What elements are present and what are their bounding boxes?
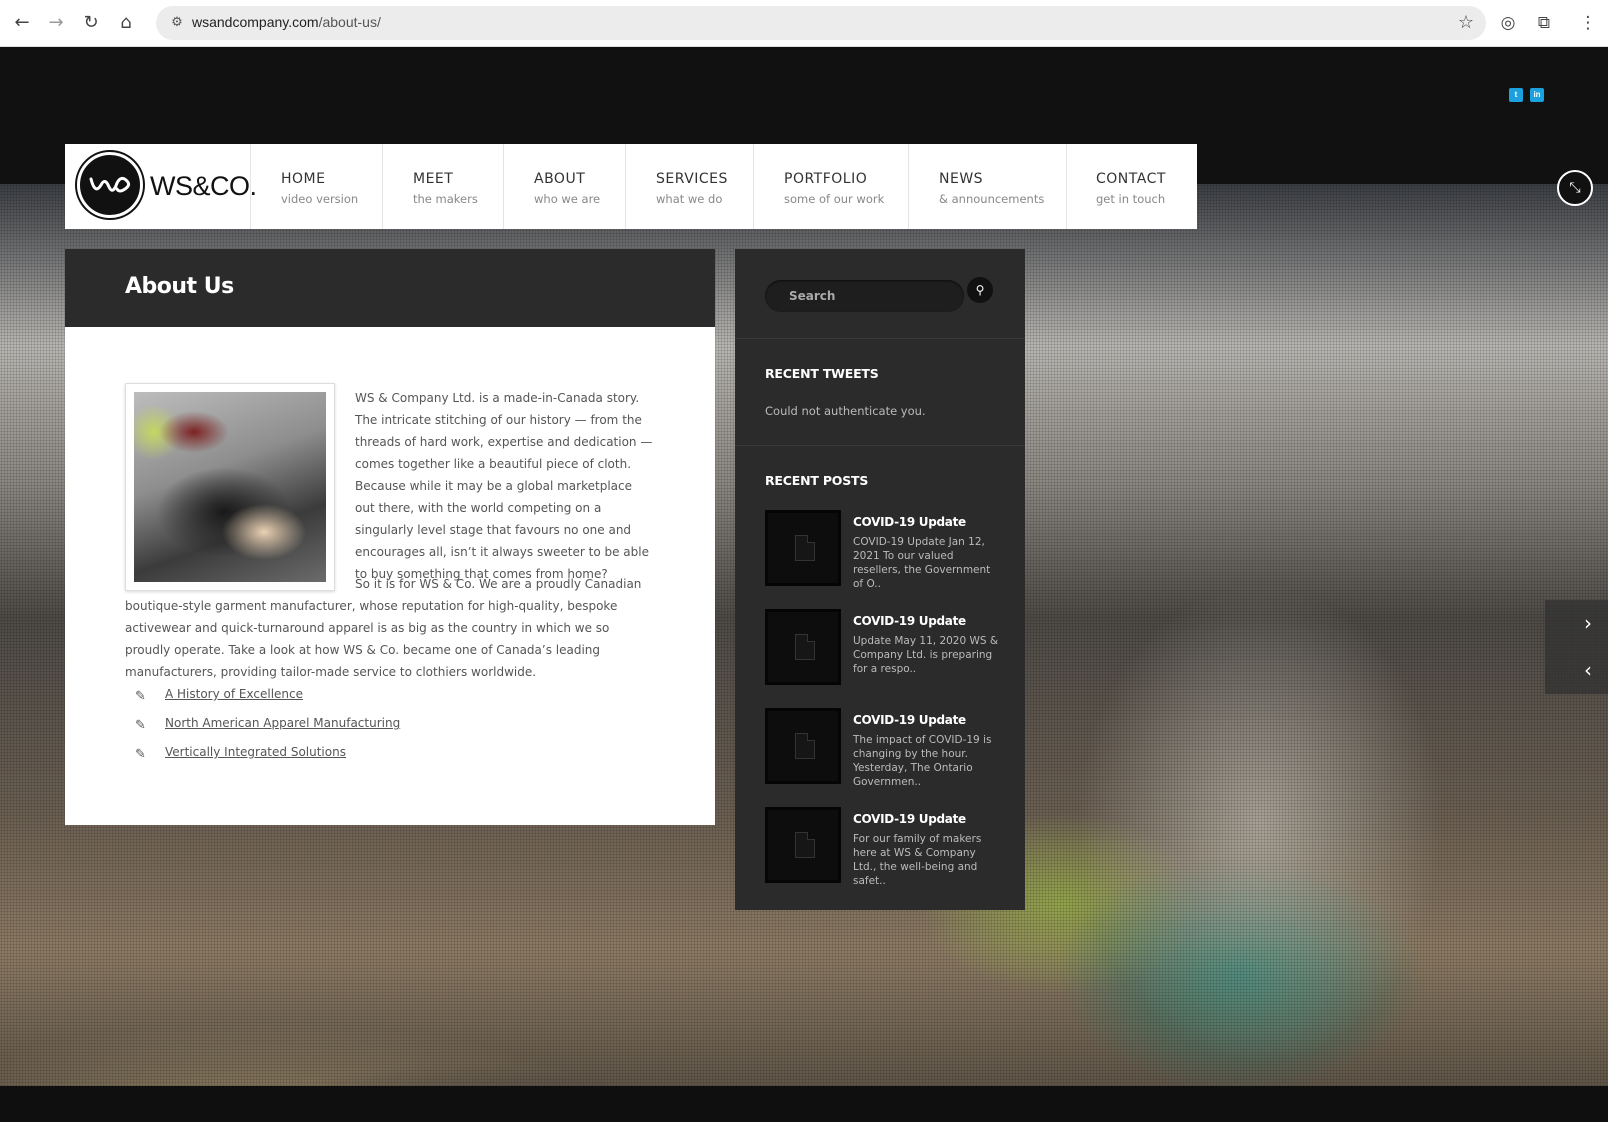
document-icon <box>795 733 815 759</box>
sidebar: ⚲ RECENT TWEETS Could not authenticate y… <box>735 249 1025 910</box>
search-icon[interactable]: ⚲ <box>967 277 993 303</box>
top-band <box>0 47 1608 144</box>
post-title[interactable]: COVID-19 Update <box>853 713 966 727</box>
link-vertically-integrated[interactable]: Vertically Integrated Solutions <box>165 745 346 759</box>
post-excerpt: Update May 11, 2020 WS & Company Ltd. is… <box>853 635 999 675</box>
pencil-icon: ✎ <box>135 747 146 762</box>
recent-post[interactable]: COVID-19 Update COVID-19 Update Jan 12, … <box>765 510 1005 590</box>
post-title[interactable]: COVID-19 Update <box>853 515 966 529</box>
nav-about-title: ABOUT <box>534 171 586 187</box>
browser-toolbar: ← → ↻ ⌂ ⚙ wsandcompany.com/about-us/ ☆ ◎… <box>0 0 1608 47</box>
nav-contact-title: CONTACT <box>1096 171 1166 187</box>
next-slide-icon[interactable]: › <box>1545 600 1608 647</box>
url-path: /about-us/ <box>318 14 381 30</box>
nav-portfolio-title: PORTFOLIO <box>784 171 868 187</box>
recent-tweets-title: RECENT TWEETS <box>765 366 879 381</box>
address-bar[interactable]: ⚙ wsandcompany.com/about-us/ ☆ <box>156 6 1486 40</box>
twitter-icon[interactable]: t <box>1509 88 1523 102</box>
nav-about-sub: who we are <box>534 192 601 206</box>
forward-icon[interactable]: → <box>44 11 68 35</box>
pencil-icon: ✎ <box>135 718 146 733</box>
nav-news-title: NEWS <box>939 171 984 187</box>
post-thumbnail[interactable] <box>765 510 841 586</box>
nav-contact[interactable]: CONTACT get in touch <box>1066 144 1197 229</box>
nav-home-sub: video version <box>281 192 359 206</box>
document-icon <box>795 832 815 858</box>
nav-services[interactable]: SERVICES what we do <box>625 144 753 229</box>
search-input[interactable] <box>765 280 964 312</box>
link-history-of-excellence[interactable]: A History of Excellence <box>165 687 303 701</box>
recent-post[interactable]: COVID-19 Update For our family of makers… <box>765 807 1005 887</box>
nav-home[interactable]: HOME video version <box>250 144 382 229</box>
bookmark-star-icon[interactable]: ☆ <box>1458 12 1474 33</box>
post-excerpt: For our family of makers here at WS & Co… <box>853 833 982 887</box>
about-paragraph-2: So it is for WS & Co. We are a proudly C… <box>125 577 642 679</box>
site-info-icon[interactable]: ⚙ <box>168 14 186 32</box>
nav-portfolio[interactable]: PORTFOLIO some of our work <box>753 144 908 229</box>
nav-meet-title: MEET <box>413 171 454 187</box>
url-text[interactable]: wsandcompany.com/about-us/ <box>192 14 381 30</box>
home-icon[interactable]: ⌂ <box>114 11 138 35</box>
post-title[interactable]: COVID-19 Update <box>853 614 966 628</box>
extensions-icon[interactable]: ⧉ <box>1532 11 1556 35</box>
nav-portfolio-sub: some of our work <box>784 192 885 206</box>
post-thumbnail[interactable] <box>765 609 841 685</box>
nav-home-title: HOME <box>281 171 326 187</box>
page-title-bar: About Us <box>65 249 715 327</box>
recent-posts-title: RECENT POSTS <box>765 473 869 488</box>
linkedin-icon[interactable]: in <box>1530 88 1544 102</box>
nav-about[interactable]: ABOUT who we are <box>503 144 625 229</box>
about-photo <box>134 392 326 582</box>
post-excerpt: COVID-19 Update Jan 12, 2021 To our valu… <box>853 536 991 590</box>
logo-badge[interactable] <box>77 152 143 218</box>
reload-icon[interactable]: ↻ <box>79 11 103 35</box>
pencil-icon: ✎ <box>135 689 146 704</box>
post-title[interactable]: COVID-19 Update <box>853 812 966 826</box>
divider <box>735 338 1025 339</box>
collapse-content-icon[interactable]: ⤡ <box>1557 170 1593 206</box>
search-box <box>765 280 964 312</box>
nav-services-sub: what we do <box>656 192 723 206</box>
nav-contact-sub: get in touch <box>1096 192 1166 206</box>
translate-icon[interactable]: ◎ <box>1496 11 1520 35</box>
nav-news-sub: & announcements <box>939 192 1045 206</box>
nav-meet-sub: the makers <box>413 192 478 206</box>
ws-logo-icon <box>89 176 131 193</box>
tweets-message: Could not authenticate you. <box>765 404 926 418</box>
about-paragraph-1: WS & Company Ltd. is a made-in-Canada st… <box>355 391 653 581</box>
divider <box>735 445 1025 446</box>
page-bottom-bar <box>0 1086 1608 1122</box>
nav-meet[interactable]: MEET the makers <box>382 144 503 229</box>
nav-services-title: SERVICES <box>656 171 728 187</box>
post-excerpt: The impact of COVID-19 is changing by th… <box>853 734 992 788</box>
about-photo-frame <box>125 383 335 591</box>
logo-text[interactable]: WS&CO. <box>150 171 257 202</box>
slider-arrows: › ‹ <box>1545 600 1608 694</box>
back-icon[interactable]: ← <box>10 11 34 35</box>
page-title: About Us <box>125 274 234 299</box>
recent-post[interactable]: COVID-19 Update Update May 11, 2020 WS &… <box>765 609 1005 689</box>
document-icon <box>795 535 815 561</box>
browser-menu-icon[interactable]: ⋮ <box>1576 11 1600 35</box>
post-thumbnail[interactable] <box>765 708 841 784</box>
link-north-american-apparel[interactable]: North American Apparel Manufacturing <box>165 716 400 730</box>
recent-post[interactable]: COVID-19 Update The impact of COVID-19 i… <box>765 708 1005 788</box>
about-content: WS & Company Ltd. is a made-in-Canada st… <box>65 327 715 825</box>
nav-news[interactable]: NEWS & announcements <box>908 144 1066 229</box>
url-domain: wsandcompany.com <box>192 14 319 30</box>
document-icon <box>795 634 815 660</box>
post-thumbnail[interactable] <box>765 807 841 883</box>
prev-slide-icon[interactable]: ‹ <box>1545 647 1608 694</box>
